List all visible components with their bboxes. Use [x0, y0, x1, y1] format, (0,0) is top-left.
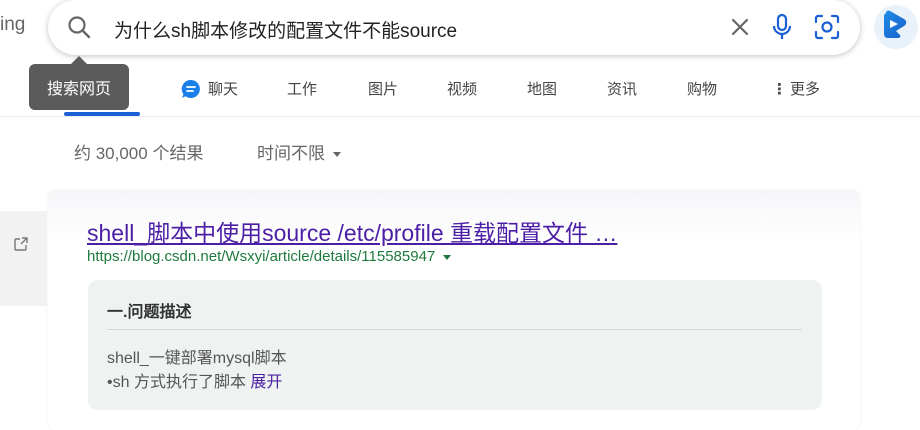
tab-shopping[interactable]: 购物 — [687, 78, 717, 99]
search-box[interactable]: 为什么sh脚本修改的配置文件不能source — [48, 0, 860, 55]
tab-work[interactable]: 工作 — [287, 78, 317, 99]
tab-chat[interactable]: 聊天 — [180, 78, 238, 101]
tab-news[interactable]: 资讯 — [607, 78, 637, 99]
dropdown-caret-icon — [333, 152, 341, 158]
time-filter-dropdown[interactable]: 时间不限 — [257, 139, 341, 164]
tab-images[interactable]: 图片 — [368, 78, 398, 99]
tab-more-label: 更多 — [790, 81, 821, 98]
nav-bar: 聊天 工作 图片 视频 地图 资讯 购物 ⋮ 更多 — [0, 64, 920, 117]
dropdown-caret-icon — [443, 254, 452, 260]
copilot-icon[interactable] — [874, 5, 918, 49]
result-url[interactable]: https://blog.csdn.net/Wsxyi/article/deta… — [87, 248, 452, 265]
more-dots-icon: ⋮ — [772, 81, 787, 98]
search-input[interactable]: 为什么sh脚本修改的配置文件不能source — [114, 16, 457, 43]
snippet-line: •sh 方式执行了脚本 展开 — [107, 368, 282, 392]
expand-link[interactable]: 展开 — [250, 374, 282, 391]
open-external-icon[interactable] — [13, 236, 29, 252]
active-tab-indicator — [64, 112, 140, 116]
result-title-link[interactable]: shell_脚本中使用source /etc/profile 重载配置文件 … — [87, 214, 617, 248]
tab-maps[interactable]: 地图 — [527, 78, 557, 99]
snippet-heading: 一.问题描述 — [107, 304, 192, 321]
snippet-divider — [107, 329, 802, 330]
tab-videos[interactable]: 视频 — [447, 78, 477, 99]
chat-bubble-icon — [181, 80, 200, 99]
clear-icon[interactable] — [728, 15, 752, 39]
visual-search-icon[interactable] — [813, 13, 841, 41]
result-url-text: https://blog.csdn.net/Wsxyi/article/deta… — [87, 248, 436, 265]
tab-more[interactable]: ⋮ 更多 — [772, 78, 820, 99]
tooltip: 搜索网页 — [29, 56, 129, 110]
microphone-icon[interactable] — [770, 13, 794, 41]
tab-chat-label: 聊天 — [208, 81, 239, 98]
search-icon — [68, 16, 91, 39]
side-panel — [0, 211, 47, 306]
brand-fragment: ing — [0, 14, 26, 35]
time-filter-label: 时间不限 — [257, 144, 325, 163]
snippet-line-text: •sh 方式执行了脚本 — [107, 374, 246, 391]
result-count: 约 30,000 个结果 — [74, 144, 204, 163]
snippet-line: shell_一键部署mysql脚本 — [107, 350, 287, 367]
